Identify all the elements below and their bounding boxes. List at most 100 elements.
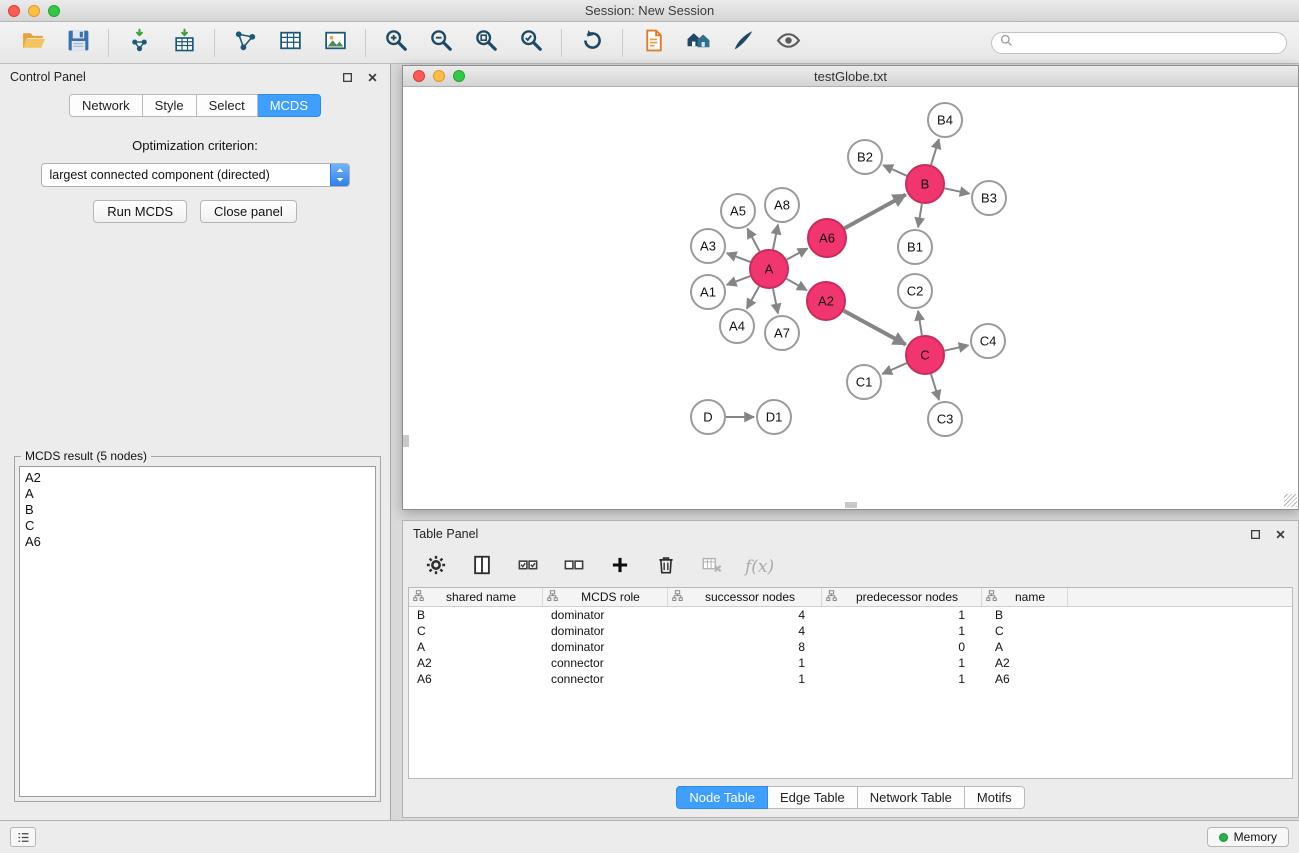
graph-edge-A-A3[interactable] [727, 253, 751, 262]
network-window-titlebar[interactable]: testGlobe.txt [403, 66, 1298, 87]
save-button[interactable] [63, 28, 93, 58]
mcds-result-item[interactable]: A2 [25, 470, 370, 486]
session-document-button[interactable] [638, 28, 668, 58]
graph-node-C1[interactable] [847, 365, 881, 399]
new-network-button[interactable] [230, 28, 260, 58]
column-header-name[interactable]: name [982, 588, 1068, 606]
graph-node-B4[interactable] [928, 103, 962, 137]
column-button[interactable] [467, 552, 497, 582]
column-header-predecessor-nodes[interactable]: predecessor nodes [822, 588, 982, 606]
zoom-window-button[interactable] [48, 5, 60, 17]
network-close-button[interactable] [413, 70, 425, 82]
network-minimize-button[interactable] [433, 70, 445, 82]
search-box[interactable] [991, 32, 1287, 54]
column-header-successor-nodes[interactable]: successor nodes [668, 588, 822, 606]
zoom-in-button[interactable] [381, 28, 411, 58]
table-float-panel-button[interactable] [1247, 526, 1263, 542]
table-row[interactable]: A6connector11A6 [409, 671, 1292, 687]
zoom-selected-button[interactable] [516, 28, 546, 58]
graph-edge-A-A2[interactable] [786, 279, 806, 290]
graph-node-C3[interactable] [928, 402, 962, 436]
graph-node-A8[interactable] [765, 188, 799, 222]
graph-edge-A-A5[interactable] [747, 229, 759, 252]
refresh-button[interactable] [577, 28, 607, 58]
run-mcds-button[interactable]: Run MCDS [93, 200, 187, 223]
eye-button[interactable] [773, 28, 803, 58]
delete-row-button[interactable] [651, 552, 681, 582]
control-tab-mcds[interactable]: MCDS [258, 94, 321, 117]
graph-node-A1[interactable] [691, 275, 725, 309]
graph-node-A6[interactable] [808, 219, 846, 257]
graph-node-B2[interactable] [848, 140, 882, 174]
graph-node-C4[interactable] [971, 324, 1005, 358]
close-window-button[interactable] [8, 5, 20, 17]
minimize-window-button[interactable] [28, 5, 40, 17]
graph-edge-B-B2[interactable] [883, 165, 907, 176]
mcds-result-item[interactable]: B [25, 502, 370, 518]
table-row[interactable]: Cdominator41C [409, 623, 1292, 639]
optimization-criterion-select[interactable]: largest connected component (directed) [41, 163, 350, 187]
mcds-result-item[interactable]: C [25, 518, 370, 534]
zoom-out-button[interactable] [426, 28, 456, 58]
graph-edge-B-B4[interactable] [931, 139, 939, 165]
float-panel-button[interactable] [339, 69, 355, 85]
deselect-all-button[interactable] [559, 552, 589, 582]
graph-node-A5[interactable] [721, 194, 755, 228]
graph-node-D[interactable] [691, 400, 725, 434]
table-row[interactable]: Adominator80A [409, 639, 1292, 655]
horizontal-scrollbar-stub[interactable] [845, 502, 857, 508]
vertical-scrollbar-stub[interactable] [403, 435, 409, 447]
graph-edge-C-C1[interactable] [882, 363, 906, 374]
graph-edge-A2-C[interactable] [844, 311, 906, 345]
table-row[interactable]: Bdominator41B [409, 607, 1292, 623]
graph-edge-A-A1[interactable] [727, 276, 751, 285]
graph-node-C2[interactable] [898, 274, 932, 308]
search-input[interactable] [1018, 36, 1278, 50]
table-close-panel-button[interactable] [1272, 526, 1288, 542]
control-tab-select[interactable]: Select [197, 94, 258, 117]
close-panel-icon-button[interactable] [364, 69, 380, 85]
control-tab-style[interactable]: Style [143, 94, 197, 117]
graph-node-B3[interactable] [972, 181, 1006, 215]
graph-edge-C-C2[interactable] [918, 311, 922, 335]
network-zoom-button[interactable] [453, 70, 465, 82]
graph-edge-A6-B[interactable] [845, 195, 906, 229]
control-tab-network[interactable]: Network [69, 94, 143, 117]
tab-motifs[interactable]: Motifs [965, 786, 1025, 809]
column-header-MCDS-role[interactable]: MCDS role [543, 588, 668, 606]
style-pen-button[interactable] [728, 28, 758, 58]
graph-node-A7[interactable] [765, 316, 799, 350]
graph-node-A3[interactable] [691, 229, 725, 263]
console-toggle-button[interactable] [10, 827, 36, 847]
column-header-shared-name[interactable]: shared name [409, 588, 543, 606]
resize-grip[interactable] [1284, 494, 1297, 507]
gear-button[interactable] [421, 552, 451, 582]
graph-edge-A-A8[interactable] [773, 225, 778, 250]
close-panel-button[interactable]: Close panel [200, 200, 297, 223]
add-row-button[interactable] [605, 552, 635, 582]
memory-button[interactable]: Memory [1207, 827, 1289, 847]
network-canvas-area[interactable]: B4B2BB3A5A8A6B1A3AC2A1A2A4A7C4CC1C3DD1 [403, 87, 1298, 508]
tab-network-table[interactable]: Network Table [858, 786, 965, 809]
function-builder-button[interactable]: f(x) [743, 557, 774, 577]
mcds-result-list[interactable]: A2ABCA6 [19, 466, 376, 797]
tab-edge-table[interactable]: Edge Table [768, 786, 858, 809]
network-canvas[interactable]: B4B2BB3A5A8A6B1A3AC2A1A2A4A7C4CC1C3DD1 [403, 87, 1298, 508]
graph-edge-A-A7[interactable] [773, 289, 778, 314]
graph-edge-A-A4[interactable] [747, 286, 759, 308]
home-button[interactable] [683, 28, 713, 58]
graph-edge-B-B3[interactable] [945, 188, 970, 193]
mcds-result-item[interactable]: A6 [25, 534, 370, 550]
graph-node-D1[interactable] [757, 400, 791, 434]
graph-node-A[interactable] [750, 250, 788, 288]
graph-edge-A-A6[interactable] [787, 248, 808, 259]
import-table-button[interactable] [169, 28, 199, 58]
tab-node-table[interactable]: Node Table [676, 786, 768, 809]
new-table-button[interactable] [275, 28, 305, 58]
import-network-button[interactable] [124, 28, 154, 58]
delete-table-button[interactable] [697, 552, 727, 582]
graph-edge-C-C3[interactable] [931, 374, 939, 400]
mcds-result-item[interactable]: A [25, 486, 370, 502]
zoom-fit-button[interactable] [471, 28, 501, 58]
graph-node-C[interactable] [906, 336, 944, 374]
